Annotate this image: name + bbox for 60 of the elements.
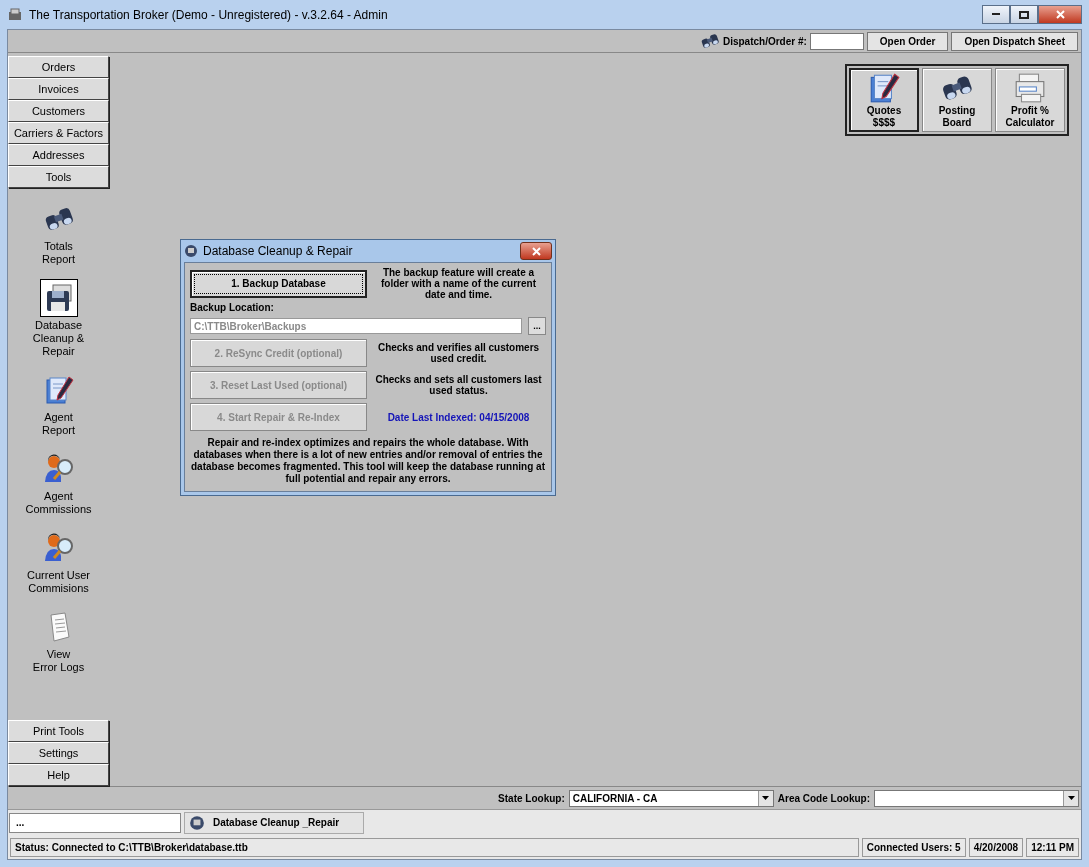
tool-item[interactable]: Current User Commisions: [8, 529, 109, 595]
close-icon: [1055, 10, 1065, 19]
step-description: Date Last Indexed: 04/15/2008: [386, 411, 531, 423]
backup-location-field[interactable]: C:\TTB\Broker\Backups: [190, 318, 522, 334]
tool-item[interactable]: Totals Report: [8, 200, 109, 266]
status-time: 12:11 PM: [1026, 837, 1079, 857]
dropdown-arrow-icon: [1067, 796, 1075, 800]
lookup-label: State Lookup:: [498, 792, 565, 804]
status-date: 4/20/2008: [968, 837, 1024, 857]
tool-item[interactable]: Agent Report: [8, 371, 109, 437]
browse-button[interactable]: ...: [528, 317, 546, 335]
dialog-title: Database Cleanup & Repair: [203, 244, 354, 258]
close-button[interactable]: [1038, 5, 1082, 24]
nav-button[interactable]: Help: [8, 764, 109, 786]
maximize-icon: [1019, 10, 1029, 19]
app-icon: [189, 814, 205, 831]
nav-button[interactable]: Carriers & Factors: [8, 122, 109, 144]
dropdown-arrow-icon: [762, 796, 770, 800]
lookup-dropdown[interactable]: CALIFORNIA - CA: [568, 789, 774, 807]
window-title: The Transportation Broker (Demo - Unregistered) - v.3.2.64 - Admin: [29, 7, 389, 22]
maximize-button[interactable]: [1010, 5, 1038, 24]
lookup-dropdown[interactable]: [874, 789, 1079, 807]
quick-button[interactable]: Profit % Calculator: [995, 68, 1065, 132]
tool-item[interactable]: Database Cleanup & Repair: [8, 279, 109, 358]
nav-button[interactable]: Print Tools: [8, 720, 109, 742]
minimize-icon: [992, 13, 1000, 16]
person-magnifier-icon: [42, 532, 75, 564]
taskbar-item[interactable]: Database Cleanup _Repair: [184, 811, 365, 834]
status-text: Status: Connected to C:\TTB\Broker\database.ttb: [10, 837, 859, 857]
toolbar-button[interactable]: Open Order: [866, 31, 949, 51]
nav-button[interactable]: Invoices: [8, 78, 109, 100]
dispatch-order-field[interactable]: [809, 32, 864, 50]
app-icon: [184, 244, 198, 258]
tool-item[interactable]: Agent Commissions: [8, 450, 109, 516]
step-description: Checks and sets all customers last used status.: [374, 374, 543, 396]
nav-button[interactable]: Orders: [8, 56, 109, 78]
quick-button[interactable]: Posting Board: [922, 68, 992, 132]
close-icon: [531, 246, 541, 256]
lookup-label: Area Code Lookup:: [777, 792, 870, 804]
backup-location-label: Backup Location:: [190, 302, 275, 313]
toolbar-button[interactable]: Open Dispatch Sheet: [951, 31, 1078, 51]
binoculars-icon: [699, 31, 720, 51]
nav-button[interactable]: Customers: [8, 100, 109, 122]
connected-users: Connected Users: 5: [861, 837, 966, 857]
step-description: The backup feature will create a folder with a name of the current date and time.: [380, 267, 537, 300]
step-button[interactable]: 1. Backup Database: [190, 269, 367, 298]
app-icon: [7, 6, 23, 23]
repair-description: Repair and re-index optimizes and repairs the whole database. With databases when there is a lot of new entries and/or removal of entries the database becomes fragmented. This tool will keep the database running at full potential and repair any errors.: [190, 437, 546, 485]
taskbar-field: ...: [9, 812, 181, 833]
checks-icon: [1013, 71, 1047, 105]
dispatch-order-label: Dispatch/Order #:: [722, 35, 807, 47]
nav-button[interactable]: Settings: [8, 742, 109, 764]
quick-button[interactable]: Quotes $$$$: [849, 68, 919, 132]
nav-button[interactable]: Addresses: [8, 144, 109, 166]
close-button[interactable]: [520, 242, 552, 260]
nav-button[interactable]: Tools: [8, 166, 109, 188]
person-magnifier-icon: [42, 453, 75, 485]
minimize-button[interactable]: [982, 5, 1010, 24]
step-description: Checks and verifies all customers used credit.: [376, 342, 541, 364]
tool-item[interactable]: View Error Logs: [8, 608, 109, 674]
